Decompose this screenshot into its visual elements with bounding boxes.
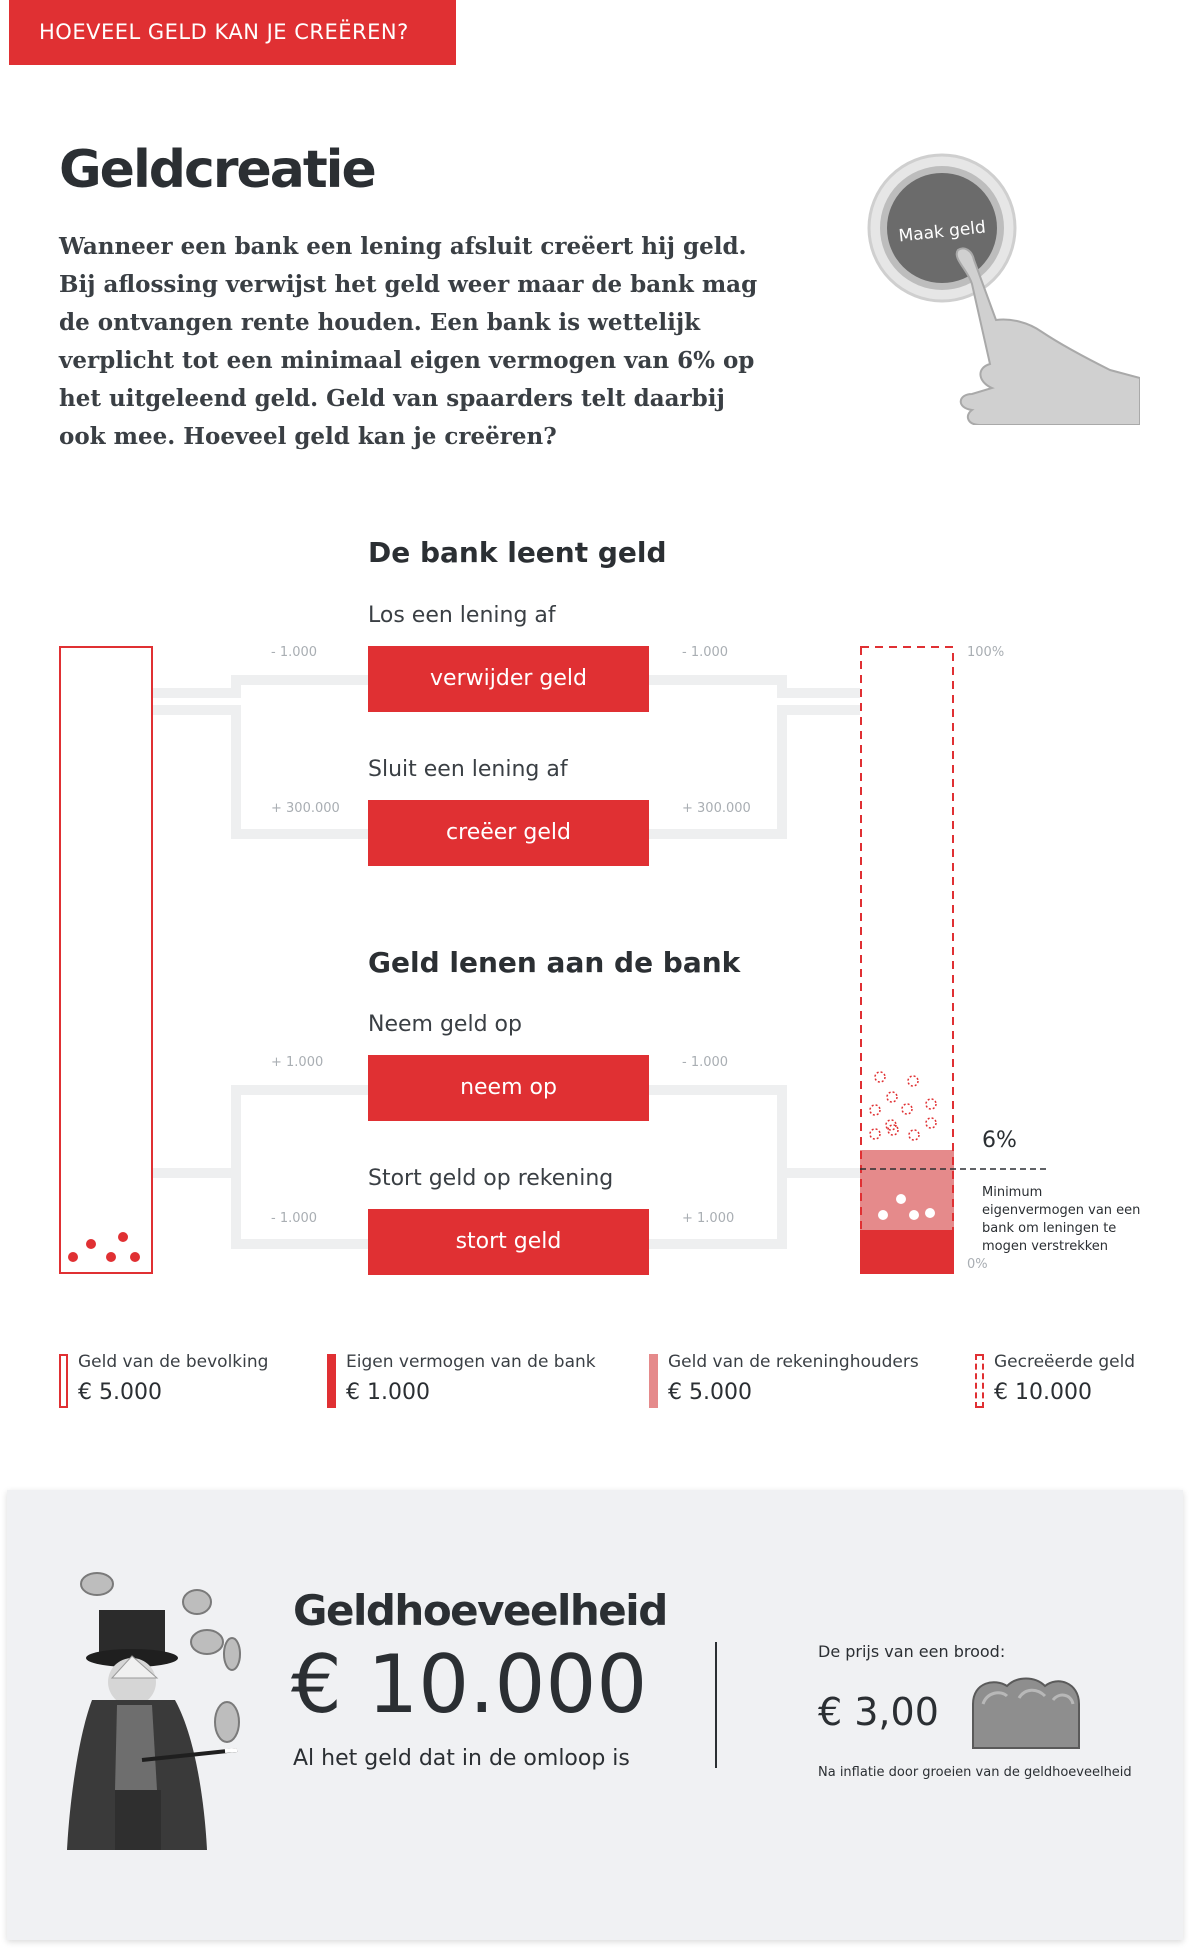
legend-label: Geld van de bevolking [78,1352,269,1372]
legend-created-money: Gecreëerde geld € 10.000 [975,1352,1155,1408]
create-money-button[interactable]: creëer geld [368,800,649,866]
withdraw-label: Neem geld op [368,1012,522,1037]
delta-left-repay: - 1.000 [271,645,318,660]
minimum-note: Minimum eigenvermogen van een bank om le… [982,1185,1141,1254]
legend-swatch-light [649,1354,658,1408]
lending-heading: De bank leent geld [368,536,667,569]
legend-swatch-dashed [975,1354,984,1408]
remove-money-button[interactable]: verwijder geld [368,646,649,712]
money-supply-panel: Geldhoeveelheid € 10.000 Al het geld dat… [7,1490,1183,1940]
bread-icon [972,1677,1080,1749]
legend-value: € 10.000 [994,1380,1092,1405]
minimum-percentage: 6% [982,1128,1017,1153]
money-supply-amount: € 10.000 [291,1638,648,1731]
delta-right-repay: - 1.000 [682,645,729,660]
panel-divider [715,1642,717,1768]
bread-price: € 3,00 [818,1690,939,1734]
population-coins [68,1232,140,1262]
deposit-button[interactable]: stort geld [368,1209,649,1275]
deposit-label: Stort geld op rekening [368,1166,614,1191]
delta-left-deposit: - 1.000 [271,1211,318,1226]
magician-illustration [67,1572,241,1850]
bread-price-note: Na inflatie door groeien van de geldhoev… [818,1765,1132,1780]
delta-right-create: + 300.000 [682,801,751,816]
delta-left-withdraw: + 1.000 [271,1055,324,1070]
legend-label: Geld van de rekeninghouders [668,1352,919,1372]
delta-right-withdraw: - 1.000 [682,1055,729,1070]
population-money-tube [59,646,153,1274]
minimum-capital-line [860,1168,1050,1170]
withdraw-button[interactable]: neem op [368,1055,649,1121]
tube-bottom-label: 0% [967,1257,988,1272]
delta-left-create: + 300.000 [271,801,340,816]
close-loan-label: Sluit een lening af [368,757,568,782]
bread-price-label: De prijs van een brood: [818,1642,1006,1661]
bank-tube [860,646,954,1274]
legend-label: Eigen vermogen van de bank [346,1352,596,1372]
legend-account-holders: Geld van de rekeninghouders € 5.000 [649,1352,929,1408]
legend-swatch-solid [327,1354,336,1408]
legend-value: € 5.000 [78,1380,162,1405]
legend-swatch-outline [59,1354,68,1408]
delta-right-deposit: + 1.000 [682,1211,735,1226]
legend-bank-equity: Eigen vermogen van de bank € 1.000 [327,1352,607,1408]
repay-loan-label: Los een lening af [368,603,556,628]
legend-label: Gecreëerde geld [994,1352,1136,1372]
legend-population: Geld van de bevolking € 5.000 [59,1352,289,1408]
borrowing-heading: Geld lenen aan de bank [368,946,741,979]
legend-value: € 5.000 [668,1380,752,1405]
money-supply-title: Geldhoeveelheid [293,1586,668,1635]
tube-top-label: 100% [967,645,1005,660]
money-supply-description: Al het geld dat in de omloop is [293,1746,630,1771]
legend-value: € 1.000 [346,1380,430,1405]
